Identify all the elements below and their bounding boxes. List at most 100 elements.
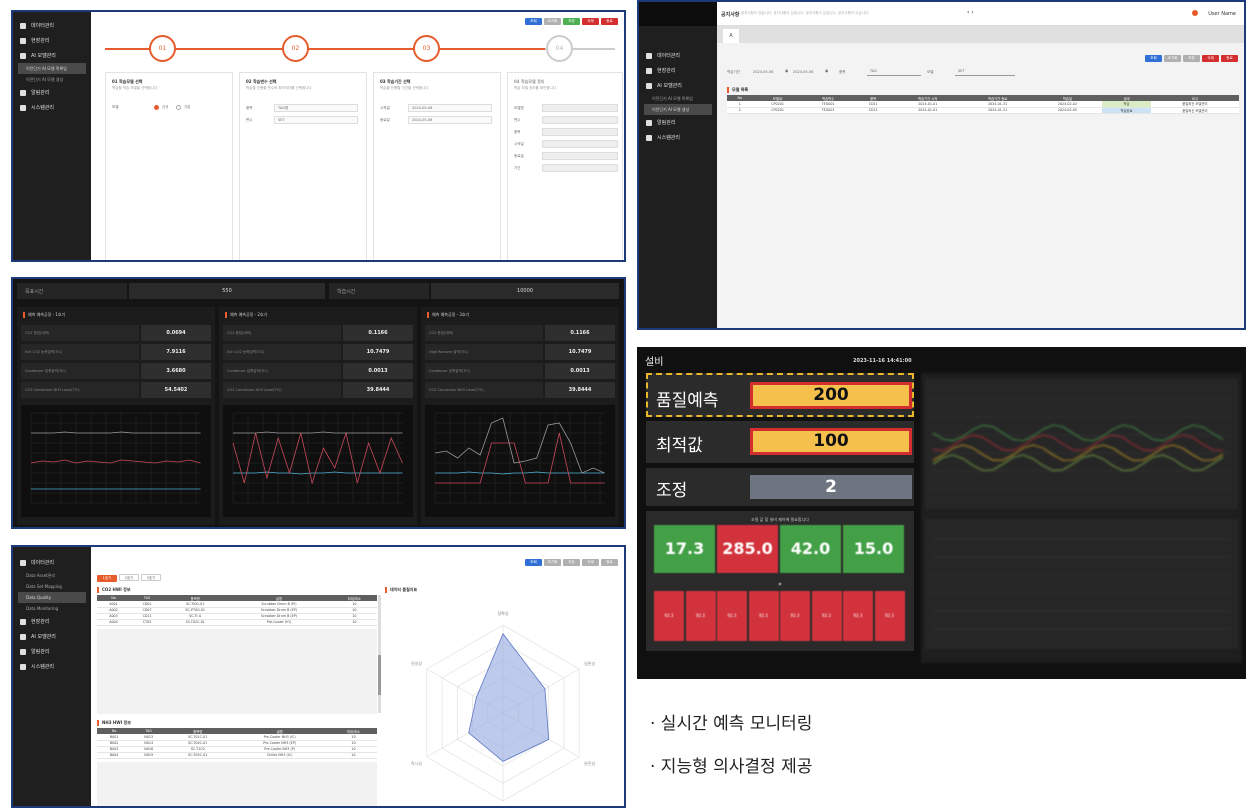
sidebar-item-site[interactable]: 현장관리 — [13, 33, 91, 48]
table-cell: 2024-01-31 — [962, 107, 1033, 114]
metric-label: Exh CO2 농축압력(TIC) — [223, 344, 341, 360]
series-line — [434, 417, 605, 474]
search-button[interactable]: 조회 — [525, 559, 542, 566]
table-cell: B004 — [97, 752, 132, 759]
calendar-icon[interactable]: ▣ — [825, 69, 828, 73]
sidebar-item-data[interactable]: 데이터관리 — [13, 555, 91, 570]
series-line — [232, 431, 403, 485]
step-3[interactable]: 03 — [413, 35, 440, 62]
sidebar-item-system[interactable]: 시스템관리 — [13, 659, 91, 674]
top-bar: 공지사항 공지사항이 있습니다. 공지사항이 있습니다. 공지사항이 있습니다.… — [717, 2, 1244, 26]
radio-existing[interactable] — [176, 105, 181, 110]
start-date-input[interactable]: 2024-05-06 — [408, 104, 492, 112]
tab-unit-2[interactable]: 2호기 — [119, 574, 139, 581]
sidebar-item-alert[interactable]: 알림관리 — [639, 115, 717, 130]
item-input[interactable]: TAG명 — [274, 104, 358, 112]
sidebar: 데이터관리 Data Asset관리 Data Set Mapping Data… — [13, 547, 91, 806]
reset-button[interactable]: 초기화 — [544, 18, 561, 25]
sidebar-item-system[interactable]: 시스템관리 — [13, 100, 91, 115]
sensor-tile: 285.0 — [717, 525, 778, 573]
save-button[interactable]: 저장 — [1183, 55, 1200, 62]
delete-button[interactable]: 삭제 — [582, 559, 599, 566]
sidebar-sub-asset[interactable]: Data Asset관리 — [13, 570, 91, 581]
sidebar-sub-model-create[interactable]: 이전단기 AI 모델 생성 — [13, 74, 91, 85]
reset-button[interactable]: 초기화 — [1164, 55, 1181, 62]
notice-title: 공지사항 — [721, 12, 740, 18]
table-row[interactable]: 2 CP0201 TEG001 CD11 2024-01-01 2024-01-31 202… — [727, 107, 1239, 114]
trend-chart — [223, 405, 413, 517]
table-cell: 2024-01-01 — [892, 107, 963, 114]
search-button[interactable]: 조회 — [525, 18, 542, 25]
close-button[interactable]: 종료 — [601, 18, 618, 25]
sidebar-item-alert[interactable]: 알림관리 — [13, 85, 91, 100]
panel-model-list: 데이터관리 현장관리 AI 모델관리 이전단기 AI 모델 목록업 이전단기 A… — [637, 0, 1246, 330]
sidebar-item-site[interactable]: 현장관리 — [639, 63, 717, 78]
group-title: 예측 예측공정 - 1호기 — [23, 312, 65, 318]
save-button[interactable]: 저장 — [563, 18, 580, 25]
variable-select[interactable]: SET — [274, 116, 358, 124]
metric-value: 0.1166 — [545, 325, 615, 341]
table-row[interactable]: B004 N019 SC-T05C-01 Chiller NH3 (IC) 10 — [97, 752, 377, 759]
reset-button[interactable]: 초기화 — [544, 559, 561, 566]
step-2[interactable]: 02 — [282, 35, 309, 62]
end-date-field[interactable]: 2024-05-06 — [793, 70, 813, 74]
metric-label: CO2 총압(대략) — [223, 325, 341, 341]
table-cell: 10 — [329, 752, 377, 759]
sidebar-item-alert[interactable]: 알림관리 — [13, 644, 91, 659]
sensor-tile: 92.3 — [811, 591, 842, 641]
trend-chart-panel — [921, 373, 1242, 663]
sidebar-sub-mapping[interactable]: Data Set Mapping — [13, 581, 91, 592]
sidebar-item-data[interactable]: 데이터관리 — [13, 18, 91, 33]
close-button[interactable]: 종료 — [1221, 55, 1238, 62]
sidebar-item-data[interactable]: 데이터관리 — [639, 48, 717, 63]
table-row[interactable]: A004 CT02 SC-T02C-01 Pre-Cooler (IO) 10 — [97, 619, 377, 626]
section-nh3: NH3 HWI 정보 — [97, 720, 131, 726]
sidebar-item-ai[interactable]: AI 모델관리 — [13, 48, 91, 63]
sidebar-sub-quality[interactable]: Data Quality — [18, 592, 86, 603]
sidebar-sub-model-list[interactable]: 이전단기 AI 모델 목록업 — [18, 63, 86, 74]
tab-unit-3[interactable]: 3호기 — [141, 574, 161, 581]
toolbar: 조회 초기화 저장 삭제 종료 — [1143, 55, 1238, 62]
user-name[interactable]: User Name — [1208, 11, 1236, 17]
series-line — [435, 432, 605, 484]
table-cell: CP0201 — [752, 107, 803, 114]
sidebar-sub-monitoring[interactable]: Data Monitoring — [13, 603, 91, 614]
gear-icon — [20, 104, 26, 111]
tab-a[interactable]: A — [723, 29, 739, 43]
sidebar-item-system[interactable]: 시스템관리 — [639, 130, 717, 145]
table-cell: A004 — [97, 619, 130, 626]
close-button[interactable]: 종료 — [601, 559, 618, 566]
sensor-tile: 92.3 — [717, 591, 747, 641]
model-select[interactable]: SET — [955, 68, 1015, 76]
notification-icon[interactable] — [1192, 10, 1198, 16]
table-cell: SC-T05C-01 — [166, 752, 230, 759]
calendar-icon[interactable]: ▣ — [785, 69, 788, 73]
scrollbar[interactable] — [378, 595, 381, 713]
delete-button[interactable]: 삭제 — [582, 18, 599, 25]
process-group: 예측 예측공정 - 1호기 CO2 총압(대략) 0.0694 Exh CO2 농축압… — [17, 307, 215, 525]
step-4[interactable]: 04 — [546, 35, 573, 62]
nav-arrows-icon[interactable]: ‹ › — [967, 9, 974, 16]
sidebar-sub-model-create[interactable]: 이전단기 AI 모델 생성 — [644, 104, 712, 115]
metric-label: CO2 총압(대략) — [21, 325, 139, 341]
bullet-decision: · 지능형 의사결정 제공 — [650, 757, 813, 777]
tab-unit-1[interactable]: 1호기 — [97, 575, 117, 582]
table-cell: SC-T02C-01 — [164, 619, 227, 626]
sidebar-sub-model-list[interactable]: 이전단기 AI 모델 목록업 — [639, 93, 717, 104]
step-1[interactable]: 01 — [149, 35, 176, 62]
table-cell: 10 — [331, 619, 377, 626]
red-sensors: 92.3 92.3 92.3 92.3 92.3 92.3 92.3 92.3 — [654, 591, 906, 643]
end-date-input[interactable]: 2024-05-06 — [408, 116, 492, 124]
sidebar-item-site[interactable]: 현장관리 — [13, 614, 91, 629]
delete-button[interactable]: 삭제 — [1202, 55, 1219, 62]
start-date-field[interactable]: 2024-05-06 — [753, 70, 773, 74]
sidebar-item-ai[interactable]: AI 모델관리 — [13, 629, 91, 644]
radio-new[interactable] — [154, 105, 159, 110]
save-button[interactable]: 저장 — [563, 559, 580, 566]
item-select[interactable]: TAG — [867, 68, 921, 76]
sidebar: 데이터관리 현장관리 AI 모델관리 이전단기 AI 모델 목록업 이전단기 A… — [639, 2, 717, 328]
search-button[interactable]: 조회 — [1145, 55, 1162, 62]
sidebar-item-ai[interactable]: AI 모델관리 — [639, 78, 717, 93]
series-line — [31, 431, 201, 434]
metric-adjust: 조정 2 — [646, 468, 914, 506]
